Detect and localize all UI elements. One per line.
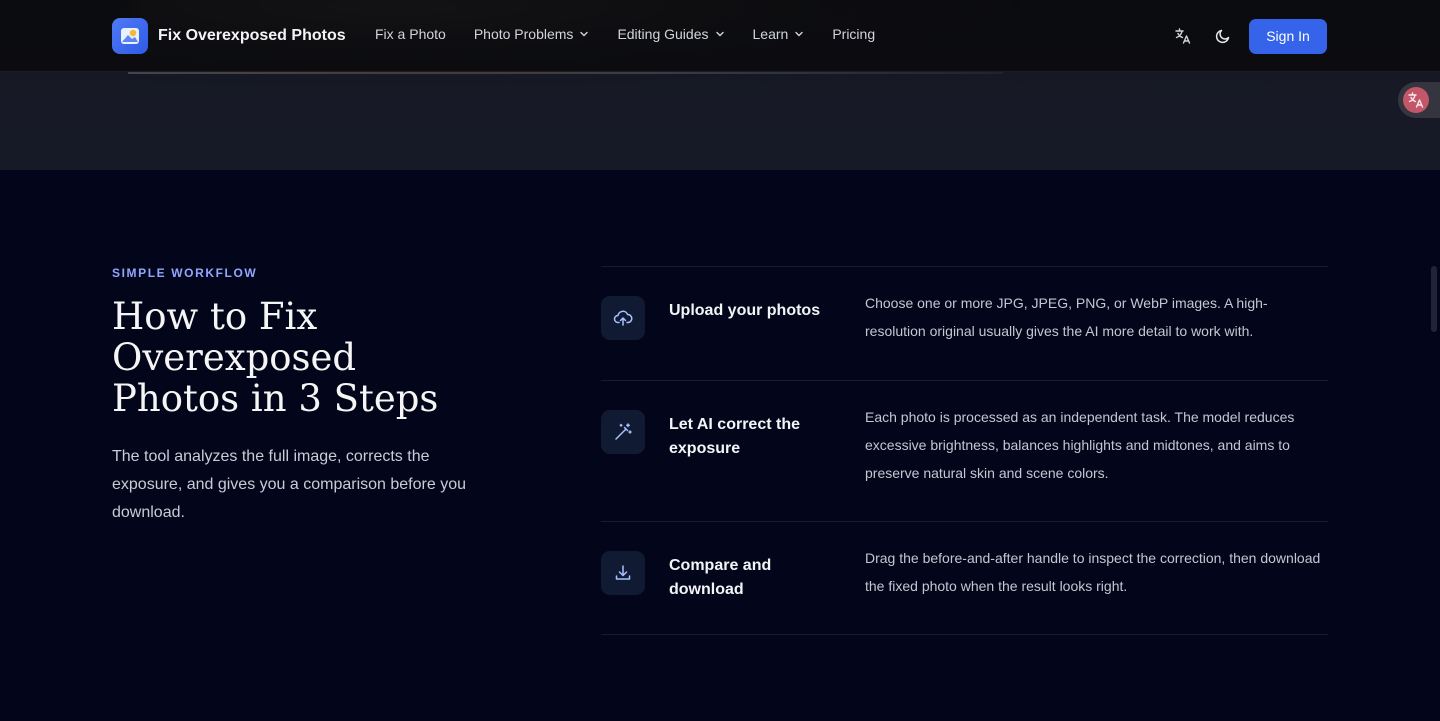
magic-wand-icon <box>601 410 645 454</box>
workflow-steps: Upload your photos Choose one or more JP… <box>601 266 1328 635</box>
cloud-upload-icon <box>601 296 645 340</box>
nav-label: Photo Problems <box>473 26 574 42</box>
section-intro: The tool analyzes the full image, correc… <box>112 448 466 521</box>
nav-label: Editing Guides <box>617 26 709 42</box>
floating-translate-button[interactable] <box>1398 82 1440 118</box>
step-description: Drag the before-and-after handle to insp… <box>865 550 1321 594</box>
nav-label: Pricing <box>832 26 876 42</box>
sign-in-button[interactable]: Sign In <box>1249 18 1327 54</box>
site-header: Fix Overexposed Photos Fix a Photo Photo… <box>0 0 1440 72</box>
step-description: Choose one or more JPG, JPEG, PNG, or We… <box>865 295 1268 339</box>
step-title: Compare and download <box>669 557 772 598</box>
nav-fix-a-photo[interactable]: Fix a Photo <box>375 26 446 42</box>
nav-editing-guides[interactable]: Editing Guides <box>617 26 724 42</box>
sun-photo-icon <box>112 18 148 54</box>
translate-icon <box>1403 87 1429 113</box>
step-title: Let AI correct the exposure <box>669 416 800 457</box>
main-nav: Fix a Photo Photo Problems Editing Guide… <box>375 26 903 42</box>
step-description: Each photo is processed as an independen… <box>865 409 1295 481</box>
step-item: Compare and download Drag the before-and… <box>601 521 1328 635</box>
brand-name: Fix Overexposed Photos <box>158 27 346 44</box>
nav-label: Fix a Photo <box>375 26 446 42</box>
workflow-intro: SIMPLE WORKFLOW How to Fix Overexposed P… <box>112 266 512 527</box>
translate-icon[interactable] <box>1169 18 1197 54</box>
header-actions: Sign In <box>1169 18 1327 54</box>
nav-label: Learn <box>752 26 789 42</box>
step-title: Upload your photos <box>669 302 821 319</box>
chevron-down-icon <box>715 29 725 39</box>
step-item: Let AI correct the exposure Each photo i… <box>601 380 1328 521</box>
nav-pricing[interactable]: Pricing <box>832 26 875 42</box>
step-item: Upload your photos Choose one or more JP… <box>601 266 1328 380</box>
chevron-down-icon <box>794 29 804 39</box>
brand-link[interactable]: Fix Overexposed Photos <box>112 18 346 54</box>
download-icon <box>601 551 645 595</box>
chevron-down-icon <box>579 29 589 39</box>
section-title: How to Fix Overexposed Photos in 3 Steps <box>112 295 439 420</box>
scrollbar-thumb[interactable] <box>1431 266 1437 332</box>
hero-image-edge <box>128 72 1003 74</box>
nav-learn[interactable]: Learn <box>753 26 805 42</box>
section-eyebrow: SIMPLE WORKFLOW <box>112 266 258 280</box>
nav-photo-problems[interactable]: Photo Problems <box>474 26 590 42</box>
moon-icon[interactable] <box>1209 18 1237 54</box>
